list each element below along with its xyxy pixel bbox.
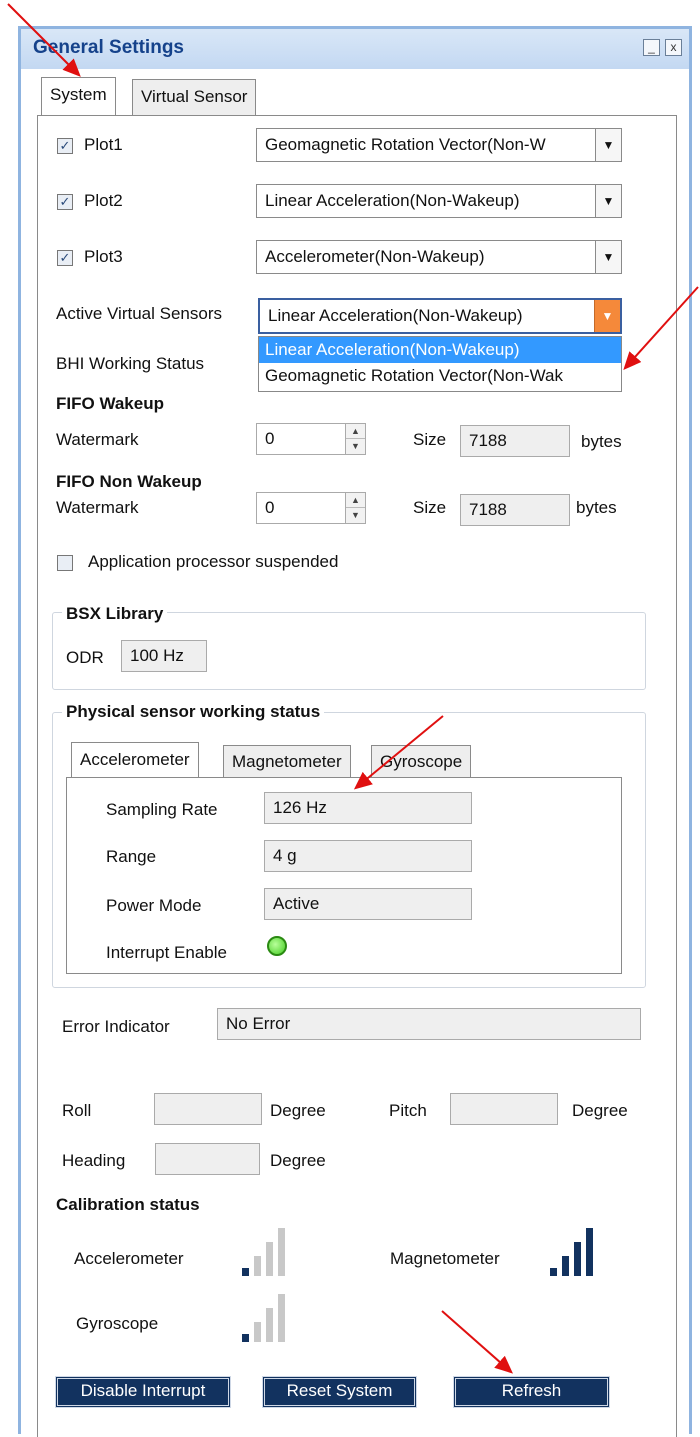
signal-bar — [254, 1322, 261, 1342]
signal-bar — [278, 1294, 285, 1342]
stepper[interactable]: ▲ ▼ — [345, 424, 365, 454]
stepper[interactable]: ▲ ▼ — [345, 493, 365, 523]
odr-label: ODR — [66, 648, 104, 667]
plot3-select-value: Accelerometer(Non-Wakeup) — [265, 247, 485, 266]
heading-field — [155, 1143, 260, 1175]
bhi-working-status-label: BHI Working Status — [56, 354, 205, 373]
chevron-down-icon[interactable]: ▼ — [595, 129, 621, 161]
tab-magnetometer[interactable]: Magnetometer — [223, 745, 351, 778]
app-suspended-label: Application processor suspended — [88, 552, 339, 571]
sampling-rate-field: 126 Hz — [264, 792, 472, 824]
odr-field: 100 Hz — [121, 640, 207, 672]
gyroscope-signal-bars-icon — [242, 1292, 296, 1342]
plot1-checkbox[interactable]: ✓ — [57, 138, 73, 154]
chevron-down-icon[interactable]: ▼ — [595, 241, 621, 273]
stepper-down-icon[interactable]: ▼ — [346, 508, 365, 523]
stepper-up-icon[interactable]: ▲ — [346, 424, 365, 439]
physical-sensor-title: Physical sensor working status — [62, 702, 325, 722]
tab-accelerometer[interactable]: Accelerometer — [71, 742, 199, 778]
interrupt-status-led-icon — [267, 936, 287, 956]
refresh-button[interactable]: Refresh — [453, 1376, 610, 1408]
dropdown-option[interactable]: Geomagnetic Rotation Vector(Non-Wak — [259, 363, 621, 389]
signal-bar — [266, 1308, 273, 1342]
stepper-up-icon[interactable]: ▲ — [346, 493, 365, 508]
chevron-down-icon[interactable]: ▼ — [595, 185, 621, 217]
range-label: Range — [106, 847, 157, 866]
tab-system[interactable]: System — [41, 77, 116, 115]
signal-bar — [550, 1268, 557, 1276]
signal-bar — [574, 1242, 581, 1276]
signal-bar — [586, 1228, 593, 1276]
tab-gyroscope[interactable]: Gyroscope — [371, 745, 472, 778]
reset-system-button[interactable]: Reset System — [262, 1376, 417, 1408]
fifo-wakeup-size-field: 7188 — [460, 425, 570, 457]
fifo-non-wakeup-size-field: 7188 — [460, 494, 570, 526]
signal-bar — [562, 1256, 569, 1276]
plot3-label: Plot3 — [84, 247, 123, 266]
fifo-non-wakeup-size-label: Size — [413, 498, 447, 517]
plot1-label: Plot1 — [84, 135, 123, 154]
app-suspended-checkbox[interactable] — [57, 555, 73, 571]
signal-bar — [242, 1268, 249, 1276]
active-virtual-sensors-select[interactable]: Linear Acceleration(Non-Wakeup) ▼ — [258, 298, 622, 334]
dropdown-option[interactable]: Linear Acceleration(Non-Wakeup) — [259, 337, 621, 363]
signal-bar — [242, 1334, 249, 1342]
fifo-wakeup-size-label: Size — [413, 430, 447, 449]
roll-field — [154, 1093, 262, 1125]
plot3-select[interactable]: Accelerometer(Non-Wakeup) ▼ — [256, 240, 622, 274]
roll-unit: Degree — [270, 1101, 326, 1120]
plot2-select[interactable]: Linear Acceleration(Non-Wakeup) ▼ — [256, 184, 622, 218]
sampling-rate-label: Sampling Rate — [106, 800, 218, 819]
plot1-select[interactable]: Geomagnetic Rotation Vector(Non-W ▼ — [256, 128, 622, 162]
calibration-magnetometer-label: Magnetometer — [390, 1249, 500, 1268]
watermark-value: 0 — [265, 498, 275, 517]
active-virtual-sensors-value: Linear Acceleration(Non-Wakeup) — [268, 306, 523, 325]
plot3-checkbox[interactable]: ✓ — [57, 250, 73, 266]
plot2-label: Plot2 — [84, 191, 123, 210]
fifo-non-wakeup-heading: FIFO Non Wakeup — [56, 472, 202, 491]
error-indicator-label: Error Indicator — [62, 1017, 170, 1036]
pitch-label: Pitch — [389, 1101, 427, 1120]
calibration-heading: Calibration status — [56, 1195, 200, 1214]
close-button[interactable]: x — [665, 39, 682, 56]
tab-virtual-sensor[interactable]: Virtual Sensor — [132, 79, 257, 115]
heading-label: Heading — [62, 1151, 126, 1170]
fifo-non-wakeup-watermark-label: Watermark — [56, 498, 139, 517]
plot1-select-value: Geomagnetic Rotation Vector(Non-W — [265, 135, 546, 154]
calibration-gyroscope-label: Gyroscope — [76, 1314, 159, 1333]
fifo-non-wakeup-unit: bytes — [576, 498, 617, 517]
accelerometer-signal-bars-icon — [242, 1226, 296, 1276]
pitch-field — [450, 1093, 558, 1125]
watermark-value: 0 — [265, 429, 275, 448]
plot2-select-value: Linear Acceleration(Non-Wakeup) — [265, 191, 520, 210]
active-virtual-sensors-label: Active Virtual Sensors — [56, 304, 222, 323]
active-virtual-sensors-dropdown: Linear Acceleration(Non-Wakeup) Geomagne… — [258, 336, 622, 392]
signal-bar — [254, 1256, 261, 1276]
fifo-wakeup-watermark-input[interactable]: 0 ▲ ▼ — [256, 423, 366, 455]
interrupt-enable-label: Interrupt Enable — [106, 943, 227, 962]
pitch-unit: Degree — [572, 1101, 628, 1120]
plot2-checkbox[interactable]: ✓ — [57, 194, 73, 210]
power-mode-field: Active — [264, 888, 472, 920]
fifo-non-wakeup-watermark-input[interactable]: 0 ▲ ▼ — [256, 492, 366, 524]
heading-unit: Degree — [270, 1151, 326, 1170]
fifo-wakeup-heading: FIFO Wakeup — [56, 394, 164, 413]
bsx-library-title: BSX Library — [62, 604, 168, 624]
title-bar: General Settings _ x — [21, 29, 689, 69]
calibration-accelerometer-label: Accelerometer — [74, 1249, 184, 1268]
fifo-wakeup-watermark-label: Watermark — [56, 430, 139, 449]
fifo-wakeup-unit: bytes — [581, 432, 622, 451]
signal-bar — [266, 1242, 273, 1276]
power-mode-label: Power Mode — [106, 896, 202, 915]
error-indicator-field: No Error — [217, 1008, 641, 1040]
roll-label: Roll — [62, 1101, 92, 1120]
magnetometer-signal-bars-icon — [550, 1226, 604, 1276]
stepper-down-icon[interactable]: ▼ — [346, 439, 365, 454]
signal-bar — [278, 1228, 285, 1276]
range-field: 4 g — [264, 840, 472, 872]
disable-interrupt-button[interactable]: Disable Interrupt — [55, 1376, 231, 1408]
window-title: General Settings — [33, 37, 184, 58]
minimize-button[interactable]: _ — [643, 39, 660, 56]
chevron-down-icon[interactable]: ▼ — [594, 300, 620, 332]
